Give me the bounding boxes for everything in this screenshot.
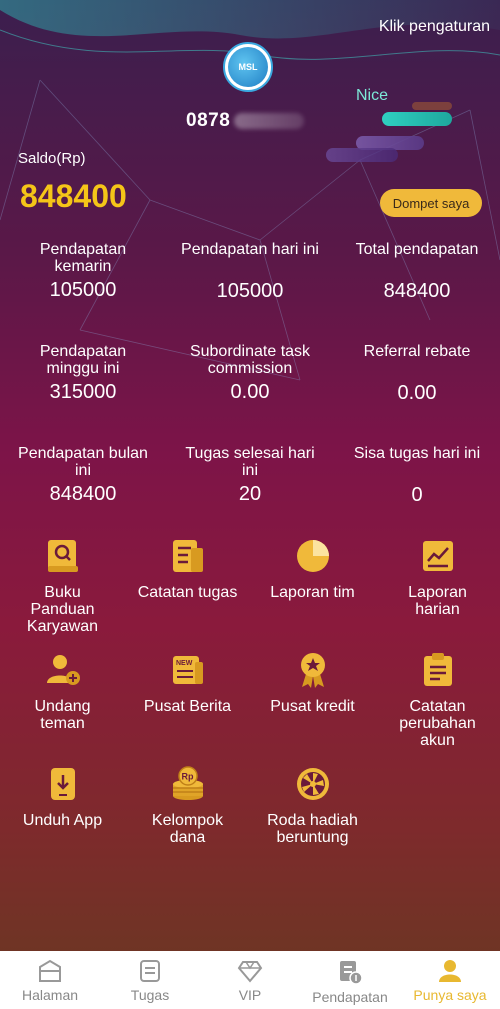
stat-label: Pendapatan kemarin bbox=[39, 241, 127, 275]
clipboard-icon bbox=[420, 652, 456, 688]
menu-download-app[interactable]: Unduh App bbox=[0, 766, 125, 829]
menu-label: Unduh App bbox=[22, 812, 103, 829]
menu-lucky-wheel[interactable]: Roda hadiah beruntung bbox=[250, 766, 375, 846]
stat-subordinate-commission: Subordinate task commission 0.00 bbox=[167, 343, 333, 404]
decor-bar-purple-2 bbox=[326, 148, 398, 162]
stat-value: 848400 bbox=[49, 483, 117, 505]
svg-text:Rp: Rp bbox=[181, 772, 193, 782]
stat-value: 0.00 bbox=[397, 382, 437, 404]
phone-number: 0878 bbox=[186, 110, 305, 132]
home-icon bbox=[39, 959, 61, 982]
menu-label: Laporan tim bbox=[270, 584, 355, 601]
tab-home[interactable]: Halaman bbox=[0, 951, 100, 1009]
news-icon: NEW bbox=[170, 652, 206, 688]
download-app-icon bbox=[45, 766, 81, 802]
balance-value: 848400 bbox=[20, 178, 127, 214]
menu-task-records[interactable]: Catatan tugas bbox=[125, 538, 250, 601]
stat-yesterday-income: Pendapatan kemarin 105000 bbox=[0, 241, 166, 302]
stat-value: 0.00 bbox=[230, 381, 270, 403]
phone-number-visible: 0878 bbox=[186, 110, 231, 131]
menu-account-change-log[interactable]: Catatan perubahan akun bbox=[375, 652, 500, 749]
tab-label: Halaman bbox=[21, 987, 79, 1003]
my-wallet-button[interactable]: Dompet saya bbox=[380, 189, 482, 217]
menu-label: Catatan perubahan akun bbox=[399, 698, 476, 749]
stat-month-income: Pendapatan bulan ini 848400 bbox=[0, 445, 166, 506]
nice-label: Nice bbox=[356, 87, 389, 104]
menu-employee-handbook[interactable]: Buku Panduan Karyawan bbox=[0, 538, 125, 635]
stat-value: 105000 bbox=[49, 279, 117, 301]
tab-label: Tugas bbox=[130, 987, 170, 1003]
decor-bar-brown bbox=[412, 102, 452, 110]
stat-label: Sisa tugas hari ini bbox=[353, 445, 481, 462]
stat-label: Total pendapatan bbox=[355, 241, 479, 258]
coin-stack-icon: Rp bbox=[170, 766, 206, 802]
svg-text:NEW: NEW bbox=[176, 660, 193, 667]
wheel-icon bbox=[295, 766, 331, 802]
stat-label: Pendapatan minggu ini bbox=[39, 343, 127, 377]
invite-friend-icon bbox=[45, 652, 81, 688]
settings-link[interactable]: Klik pengaturan bbox=[379, 18, 490, 36]
bottom-tab-bar: Halaman Tugas VIP Pendapatan Punya saya bbox=[0, 951, 500, 1009]
menu-label: Catatan tugas bbox=[137, 584, 238, 601]
task-record-icon bbox=[170, 538, 206, 574]
menu-label: Pusat kredit bbox=[270, 698, 355, 715]
tab-label: VIP bbox=[238, 987, 262, 1003]
menu-label: Kelompok dana bbox=[151, 812, 224, 846]
income-icon bbox=[340, 961, 363, 985]
balance-label: Saldo(Rp) bbox=[18, 150, 86, 167]
stat-tasks-done-today: Tugas selesai hari ini 20 bbox=[167, 445, 333, 506]
menu-label: Buku Panduan Karyawan bbox=[26, 584, 99, 635]
stat-value: 105000 bbox=[216, 280, 284, 302]
decor-bar-teal bbox=[382, 112, 452, 126]
line-chart-icon bbox=[420, 538, 456, 574]
menu-credit-center[interactable]: Pusat kredit bbox=[250, 652, 375, 715]
menu-news-center[interactable]: NEW Pusat Berita bbox=[125, 652, 250, 715]
menu-label: Pusat Berita bbox=[143, 698, 232, 715]
app-logo: MSL bbox=[223, 42, 273, 92]
menu-label: Roda hadiah beruntung bbox=[267, 812, 358, 846]
stat-label: Tugas selesai hari ini bbox=[185, 445, 315, 479]
menu-fund-group[interactable]: Rp Kelompok dana bbox=[125, 766, 250, 846]
menu-invite-friends[interactable]: Undang teman bbox=[0, 652, 125, 732]
stat-tasks-remaining-today: Sisa tugas hari ini 0 bbox=[334, 445, 500, 507]
logo-text: MSL bbox=[228, 47, 268, 87]
medal-icon bbox=[295, 652, 331, 688]
phone-number-masked bbox=[234, 112, 305, 129]
diamond-icon bbox=[237, 961, 263, 983]
menu-label: Laporan harian bbox=[408, 584, 467, 618]
stat-week-income: Pendapatan minggu ini 315000 bbox=[0, 343, 166, 404]
menu-label: Undang teman bbox=[34, 698, 91, 732]
tab-profile[interactable]: Punya saya bbox=[400, 951, 500, 1009]
tab-vip[interactable]: VIP bbox=[200, 951, 300, 1009]
stat-value: 20 bbox=[238, 483, 262, 505]
stat-value: 0 bbox=[411, 484, 423, 506]
profile-icon bbox=[439, 960, 461, 982]
menu-daily-report[interactable]: Laporan harian bbox=[375, 538, 500, 618]
tab-income[interactable]: Pendapatan bbox=[300, 951, 400, 1009]
stat-today-income: Pendapatan hari ini 105000 bbox=[167, 241, 333, 303]
stat-value: 848400 bbox=[383, 280, 451, 302]
task-icon bbox=[140, 960, 160, 982]
stat-total-income: Total pendapatan 848400 bbox=[334, 241, 500, 303]
tab-label: Pendapatan bbox=[312, 989, 388, 1005]
stat-label: Pendapatan bulan ini bbox=[18, 445, 148, 479]
tab-label: Punya saya bbox=[413, 987, 487, 1003]
pie-chart-icon bbox=[295, 538, 331, 574]
stat-referral-rebate: Referral rebate 0.00 bbox=[334, 343, 500, 405]
handbook-icon bbox=[45, 538, 81, 574]
tab-tasks[interactable]: Tugas bbox=[100, 951, 200, 1009]
stat-label: Subordinate task commission bbox=[189, 343, 311, 377]
menu-team-report[interactable]: Laporan tim bbox=[250, 538, 375, 601]
stat-value: 315000 bbox=[49, 381, 117, 403]
stat-label: Referral rebate bbox=[363, 343, 471, 360]
stat-label: Pendapatan hari ini bbox=[181, 241, 319, 258]
